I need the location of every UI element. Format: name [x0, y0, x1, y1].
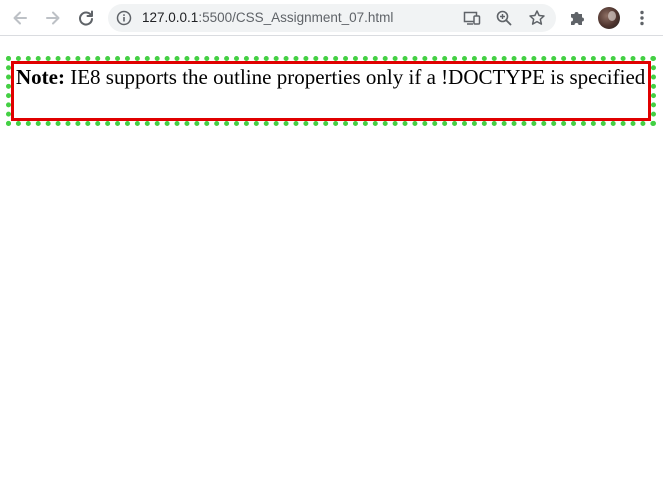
extensions-button[interactable]	[563, 4, 591, 32]
note-text: IE8 supports the outline properties only…	[64, 65, 646, 89]
arrow-right-icon	[46, 11, 60, 25]
page-content: Note: IE8 supports the outline propertie…	[0, 37, 663, 501]
zoom-icon[interactable]	[494, 8, 514, 28]
url-path: :5500/CSS_Assignment_07.html	[198, 10, 394, 25]
star-icon[interactable]	[527, 8, 547, 28]
forward-button[interactable]	[39, 4, 67, 32]
address-bar[interactable]: 127.0.0.1:5500/CSS_Assignment_07.html	[108, 4, 556, 32]
back-button[interactable]	[6, 4, 34, 32]
info-icon[interactable]	[116, 10, 132, 26]
kebab-menu-icon	[640, 10, 644, 26]
arrow-left-icon	[13, 11, 27, 25]
menu-button[interactable]	[628, 4, 656, 32]
puzzle-icon	[571, 12, 584, 25]
url-text[interactable]: 127.0.0.1:5500/CSS_Assignment_07.html	[142, 4, 393, 32]
browser-toolbar: 127.0.0.1:5500/CSS_Assignment_07.html	[0, 0, 663, 36]
url-host: 127.0.0.1	[142, 10, 199, 25]
reload-icon	[79, 10, 93, 26]
reload-button[interactable]	[72, 4, 100, 32]
outlined-note-paragraph: Note: IE8 supports the outline propertie…	[6, 56, 656, 126]
cast-icon[interactable]	[462, 8, 482, 28]
profile-avatar[interactable]	[598, 7, 620, 29]
note-label: Note:	[16, 65, 65, 89]
